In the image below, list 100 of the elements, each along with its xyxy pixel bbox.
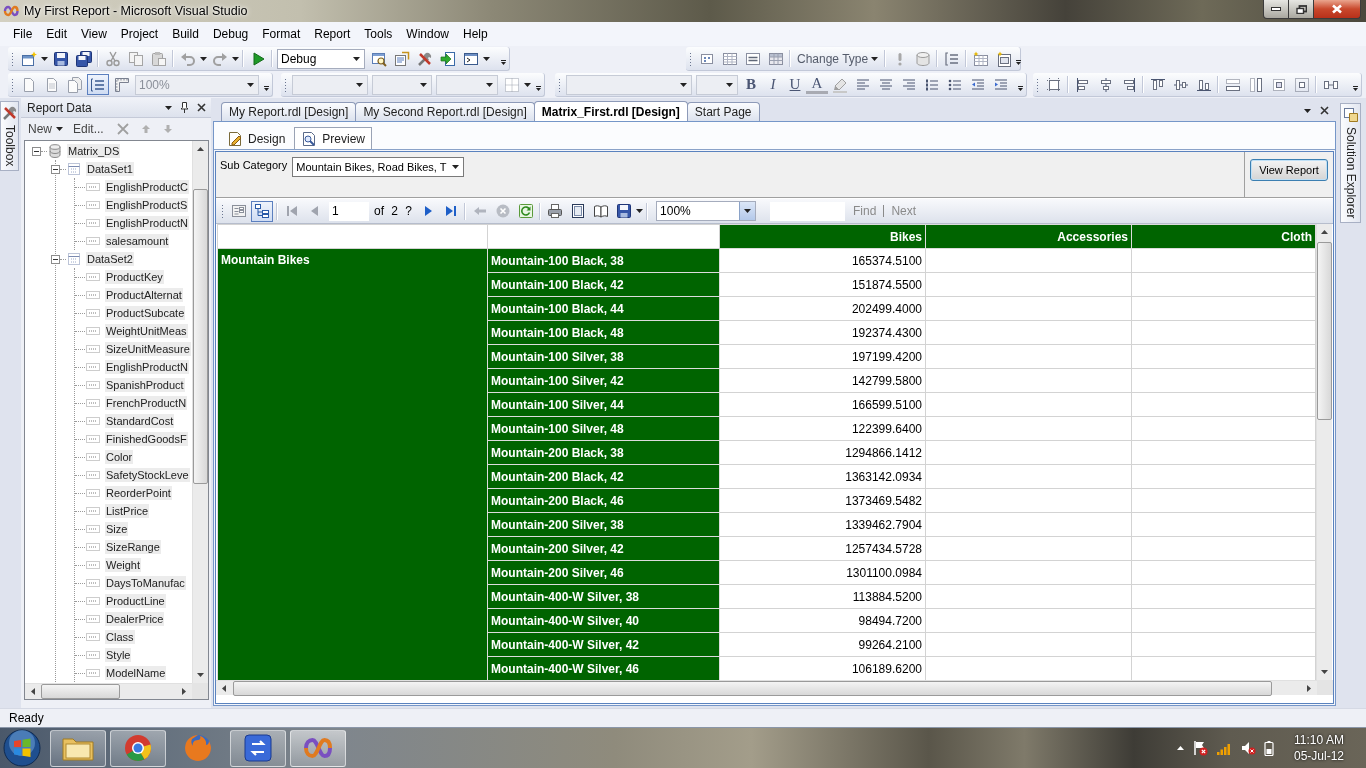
battery-icon[interactable] <box>1263 740 1274 756</box>
taskbar-button[interactable] <box>110 729 166 767</box>
tree-item[interactable]: SpanishProduct <box>105 378 185 392</box>
tree-item[interactable]: ReorderPoint <box>105 486 172 500</box>
scroll-down-icon[interactable] <box>197 673 204 677</box>
scroll-left-icon[interactable] <box>31 688 35 695</box>
menu-item[interactable]: Format <box>255 24 308 44</box>
align-tops-icon[interactable] <box>1149 76 1166 93</box>
zoom-dropdown[interactable]: 100% <box>656 201 757 221</box>
tree-item[interactable]: salesamount <box>105 234 170 248</box>
tree-item[interactable]: EnglishProductN <box>105 216 189 230</box>
align-lefts-icon[interactable] <box>1074 76 1091 93</box>
tools-icon[interactable] <box>416 50 433 67</box>
vertical-scrollbar[interactable] <box>1316 224 1332 680</box>
pages-icon[interactable] <box>66 76 83 93</box>
save-icon[interactable] <box>615 203 632 219</box>
outdent-icon[interactable] <box>969 76 986 93</box>
caret-icon[interactable] <box>232 56 239 61</box>
tree-item[interactable]: Style <box>105 648 132 662</box>
menu-item[interactable]: Debug <box>205 24 256 44</box>
dropdown-field[interactable] <box>372 74 432 95</box>
scroll-left-icon[interactable] <box>222 684 226 692</box>
view-report-button[interactable]: View Report <box>1250 159 1328 181</box>
scrollbar-thumb[interactable] <box>1317 242 1332 420</box>
tree-item[interactable]: StandardCost <box>105 414 175 428</box>
menu-item[interactable]: Help <box>456 24 495 44</box>
dropdown-field[interactable] <box>292 74 368 95</box>
tree-item[interactable]: DataSet1 <box>86 162 134 176</box>
collapse-icon[interactable] <box>51 164 60 174</box>
underline-button[interactable]: U <box>784 74 806 95</box>
scroll-right-icon[interactable] <box>182 688 186 695</box>
view-tab[interactable]: Preview <box>294 127 373 149</box>
tree-item[interactable]: ModelName <box>105 666 167 680</box>
snap-grid-icon[interactable] <box>1045 76 1062 93</box>
tree-item[interactable]: Size <box>105 522 129 536</box>
caret-icon[interactable] <box>483 56 490 61</box>
new-project-icon[interactable] <box>20 50 37 67</box>
table-sparkle-icon[interactable] <box>972 50 989 67</box>
new-button[interactable]: New <box>25 120 66 138</box>
scrollbar-thumb[interactable] <box>41 684 120 699</box>
tree-item[interactable]: DataSet2 <box>86 252 134 266</box>
change-type-button[interactable]: Change Type <box>793 51 883 66</box>
toolbox-tab[interactable]: Toolbox <box>0 101 19 172</box>
close-icon[interactable] <box>197 103 206 112</box>
restore-button[interactable] <box>1289 0 1314 19</box>
caret-icon[interactable] <box>636 209 644 213</box>
menu-item[interactable]: Project <box>113 24 166 44</box>
horizontal-scrollbar[interactable] <box>25 683 192 699</box>
tree-item[interactable]: ProductSubcate <box>105 306 186 320</box>
tree-item[interactable]: DealerPrice <box>105 612 165 626</box>
ruler-icon[interactable] <box>113 76 130 93</box>
save-all-icon[interactable] <box>75 50 92 67</box>
align-left-icon[interactable] <box>854 76 871 93</box>
tree-item[interactable]: EnglishProductN <box>105 360 189 374</box>
tree-item[interactable]: WeightUnitMeas <box>105 324 188 338</box>
taskbar-button[interactable] <box>50 729 106 767</box>
grid-icon[interactable] <box>767 50 784 67</box>
document-list-icon[interactable] <box>393 50 410 67</box>
collapse-icon[interactable] <box>32 146 41 156</box>
tree-item[interactable]: ProductAlternat <box>105 288 183 302</box>
document-map-button[interactable] <box>251 200 273 222</box>
scroll-up-icon[interactable] <box>197 147 204 151</box>
printer-icon[interactable] <box>546 203 563 219</box>
document-tab[interactable]: Start Page <box>686 102 760 121</box>
same-size-icon[interactable] <box>1270 76 1287 93</box>
search-window-icon[interactable] <box>370 50 387 67</box>
menu-item[interactable]: Build <box>165 24 206 44</box>
pin-icon[interactable] <box>180 102 189 113</box>
bold-button[interactable]: B <box>740 74 762 95</box>
tree-item[interactable]: Color <box>105 450 134 464</box>
same-height-icon[interactable] <box>1247 76 1264 93</box>
center-icon[interactable] <box>1293 76 1310 93</box>
tree-item[interactable]: SafetyStockLeve <box>105 468 190 482</box>
menu-item[interactable]: View <box>74 24 114 44</box>
document-tab[interactable]: My Report.rdl [Design] <box>221 102 357 121</box>
grouping-button[interactable] <box>87 74 109 95</box>
start-button[interactable] <box>3 729 41 767</box>
dropdown-field[interactable] <box>436 74 498 95</box>
close-button[interactable] <box>1314 0 1361 19</box>
page-layout-icon[interactable] <box>569 203 586 219</box>
muted-speaker-icon[interactable] <box>1239 740 1256 756</box>
taskbar-button[interactable] <box>290 729 346 767</box>
cut-icon[interactable] <box>104 50 121 67</box>
up-arrow-icon[interactable] <box>1176 746 1184 750</box>
caret-icon[interactable] <box>165 105 172 110</box>
font-color-button[interactable]: A <box>806 75 828 94</box>
tree-item[interactable]: SizeUnitMeasure <box>105 342 191 356</box>
caret-icon[interactable] <box>524 82 531 87</box>
minimize-button[interactable] <box>1263 0 1289 19</box>
collapse-icon[interactable] <box>51 254 60 264</box>
search-field[interactable] <box>770 201 846 221</box>
parameter-dropdown[interactable]: Mountain Bikes, Road Bikes, T <box>292 157 465 177</box>
view-tab[interactable]: Design <box>220 127 293 149</box>
tree-item[interactable]: FrenchProductN <box>105 396 188 410</box>
tree-item[interactable]: Class <box>105 630 135 644</box>
caret-icon[interactable] <box>200 56 207 61</box>
tree-item[interactable]: Matrix_DS <box>67 144 121 158</box>
indent-icon[interactable] <box>992 76 1009 93</box>
tree-item[interactable]: ProductLine <box>105 594 166 608</box>
save-icon[interactable] <box>52 50 69 67</box>
